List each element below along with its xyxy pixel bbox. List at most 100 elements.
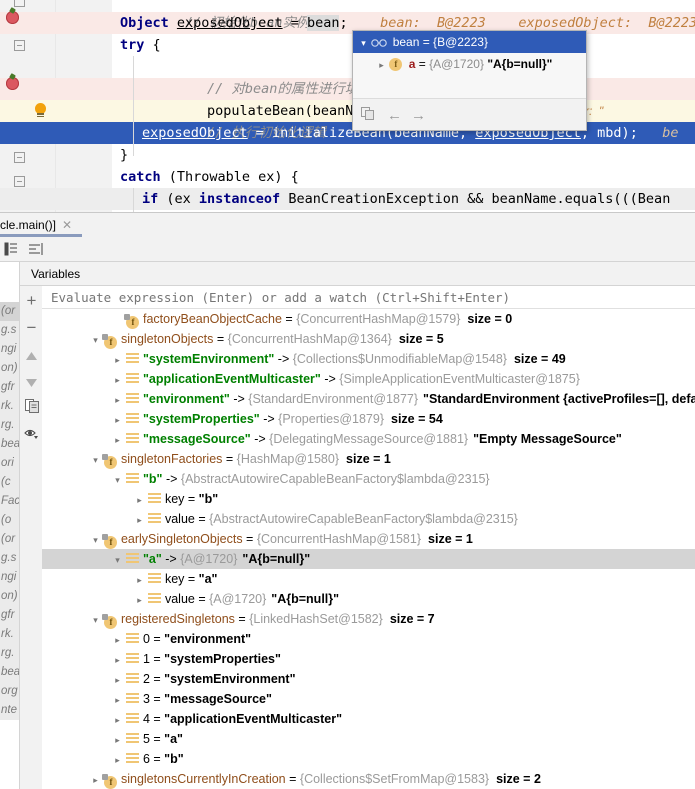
chevron-right-icon[interactable]: ▸ [112,690,123,710]
sort-settings-icon[interactable] [29,242,45,259]
debugger-toolbar[interactable] [0,237,695,262]
variable-row[interactable]: ▸ value = {AbstractAutowireCapableBeanFa… [42,509,695,529]
frame-item[interactable]: ngi [0,568,19,587]
variable-row[interactable]: ▸ 1 = "systemProperties" [42,649,695,669]
frame-item[interactable]: (or [0,302,19,321]
chevron-right-icon[interactable]: ▸ [134,570,145,590]
frame-item[interactable]: org [0,682,19,701]
fold-marker-top[interactable] [14,0,25,7]
frame-item[interactable]: g.s [0,549,19,568]
frame-item[interactable]: nte [0,701,19,720]
fold-marker-try[interactable] [14,40,25,51]
code-line[interactable]: } [112,144,695,166]
chevron-right-icon[interactable]: ▸ [112,750,123,770]
chevron-right-icon[interactable]: ▸ [112,730,123,750]
layout-settings-icon[interactable] [4,242,18,259]
frame-item[interactable]: rk. [0,625,19,644]
variable-row[interactable]: ▾ f singletonObjects = {ConcurrentHashMa… [42,329,695,349]
breakpoint-icon[interactable] [6,11,19,24]
watch-eye-icon[interactable] [23,427,40,444]
variables-toolbar[interactable]: + − [20,286,42,789]
frame-item[interactable]: Fac [0,492,19,511]
variable-row[interactable]: ▸ "systemEnvironment" -> {Collections$Un… [42,349,695,369]
chevron-right-icon[interactable]: ▸ [112,390,123,410]
variable-row[interactable]: ▸ 5 = "a" [42,729,695,749]
copy-icon[interactable] [23,399,40,416]
chevron-down-icon[interactable]: ▾ [90,530,101,550]
value-tooltip-popup[interactable]: ▾ bean = {B@2223} ▸ f a = {A@1720} "A{b=… [352,30,587,131]
tab-main[interactable]: cle.main()] ✕ [0,213,82,237]
chevron-right-icon[interactable]: ▸ [112,630,123,650]
code-line[interactable]: catch (Throwable ex) { [112,166,695,188]
code-editor[interactable]: // 初始化bean实例 Object exposedObject = bean… [0,0,695,212]
frame-item[interactable]: rk. [0,397,19,416]
evaluate-expression-bar[interactable] [42,286,695,309]
chevron-right-icon[interactable]: ▸ [90,770,101,789]
variable-row[interactable]: ▸ "systemProperties" -> {Properties@1879… [42,409,695,429]
chevron-right-icon[interactable]: ▸ [112,670,123,690]
variable-row[interactable]: ▾ f registeredSingletons = {LinkedHashSe… [42,609,695,629]
frame-item[interactable]: g.s [0,321,19,340]
frame-item[interactable]: rg. [0,644,19,663]
code-line[interactable]: if (ex instanceof BeanCreationException … [112,188,695,210]
variable-row[interactable]: ▸ key = "b" [42,489,695,509]
breakpoint-icon[interactable] [6,77,19,90]
chevron-down-icon[interactable]: ▾ [112,550,123,570]
variable-row[interactable]: ▸ 2 = "systemEnvironment" [42,669,695,689]
frame-item[interactable]: gfr [0,606,19,625]
plus-icon[interactable]: + [23,292,40,309]
frame-item[interactable]: ngi [0,340,19,359]
frame-item[interactable]: bea [0,663,19,682]
chevron-down-icon[interactable]: ▾ [112,470,123,490]
frame-item[interactable]: (c [0,473,19,492]
chevron-right-icon[interactable]: ▸ [112,650,123,670]
intention-bulb-icon[interactable] [34,103,47,118]
variable-row[interactable]: ▾ "b" -> {AbstractAutowireCapableBeanFac… [42,469,695,489]
variable-row[interactable]: ▾ "a" -> {A@1720} "A{b=null}" [42,549,695,569]
chevron-right-icon[interactable]: ▸ [112,710,123,730]
variable-row[interactable]: ▸ value = {A@1720} "A{b=null}" [42,589,695,609]
chevron-right-icon[interactable]: ▸ [377,54,386,76]
minus-icon[interactable]: − [23,319,40,336]
chevron-right-icon[interactable]: ▸ [112,410,123,430]
frame-item[interactable]: bea [0,435,19,454]
variable-row[interactable]: ▸ "environment" -> {StandardEnvironment@… [42,389,695,409]
frame-item[interactable]: gfr [0,378,19,397]
variable-row[interactable]: ▸ "applicationEventMulticaster" -> {Simp… [42,369,695,389]
code-line[interactable]: // 初始化bean实例 [112,0,695,31]
copy-value-icon[interactable] [361,107,375,124]
variable-row[interactable]: ▸ 3 = "messageSource" [42,689,695,709]
close-icon[interactable]: ✕ [62,218,72,232]
variable-row[interactable]: ▾ f earlySingletonObjects = {ConcurrentH… [42,529,695,549]
popup-root-row[interactable]: ▾ bean = {B@2223} [353,31,586,53]
chevron-right-icon[interactable]: ▸ [134,510,145,530]
frame-item[interactable]: (or [0,530,19,549]
variable-row[interactable]: ▸ key = "a" [42,569,695,589]
chevron-down-icon[interactable]: ▾ [90,610,101,630]
fold-marker-end-1[interactable] [14,152,25,163]
chevron-down-icon[interactable]: ▾ [90,450,101,470]
fold-marker-catch[interactable] [14,176,25,187]
popup-footer-toolbar[interactable]: ← → [353,98,586,130]
frame-item[interactable]: on) [0,359,19,378]
chevron-right-icon[interactable]: ▸ [112,370,123,390]
chevron-right-icon[interactable]: ▸ [112,350,123,370]
variable-row[interactable]: f factoryBeanObjectCache = {ConcurrentHa… [42,309,695,329]
chevron-right-icon[interactable]: ▸ [134,490,145,510]
variables-tree[interactable]: f factoryBeanObjectCache = {ConcurrentHa… [42,309,695,789]
variable-row[interactable]: ▾ f singletonFactories = {HashMap@1580} s… [42,449,695,469]
frame-item[interactable]: (o [0,511,19,530]
popup-child-row[interactable]: ▸ f a = {A@1720} "A{b=null}" [353,53,586,75]
frames-panel-clipped[interactable]: (or g.s ngi on) gfr rk. rg. bea ori (c F… [0,262,20,789]
arrow-up-icon[interactable] [23,348,40,365]
chevron-right-icon[interactable]: ▸ [112,430,123,450]
frame-item[interactable]: on) [0,587,19,606]
frame-item[interactable]: ori [0,454,19,473]
forward-arrow-icon[interactable]: → [411,107,426,124]
variable-row[interactable]: ▸ f singletonsCurrentlyInCreation = {Col… [42,769,695,789]
arrow-down-icon[interactable] [23,374,40,391]
chevron-right-icon[interactable]: ▸ [134,590,145,610]
variable-row[interactable]: ▸ 0 = "environment" [42,629,695,649]
frame-item[interactable]: rg. [0,416,19,435]
variable-row[interactable]: ▸ 4 = "applicationEventMulticaster" [42,709,695,729]
